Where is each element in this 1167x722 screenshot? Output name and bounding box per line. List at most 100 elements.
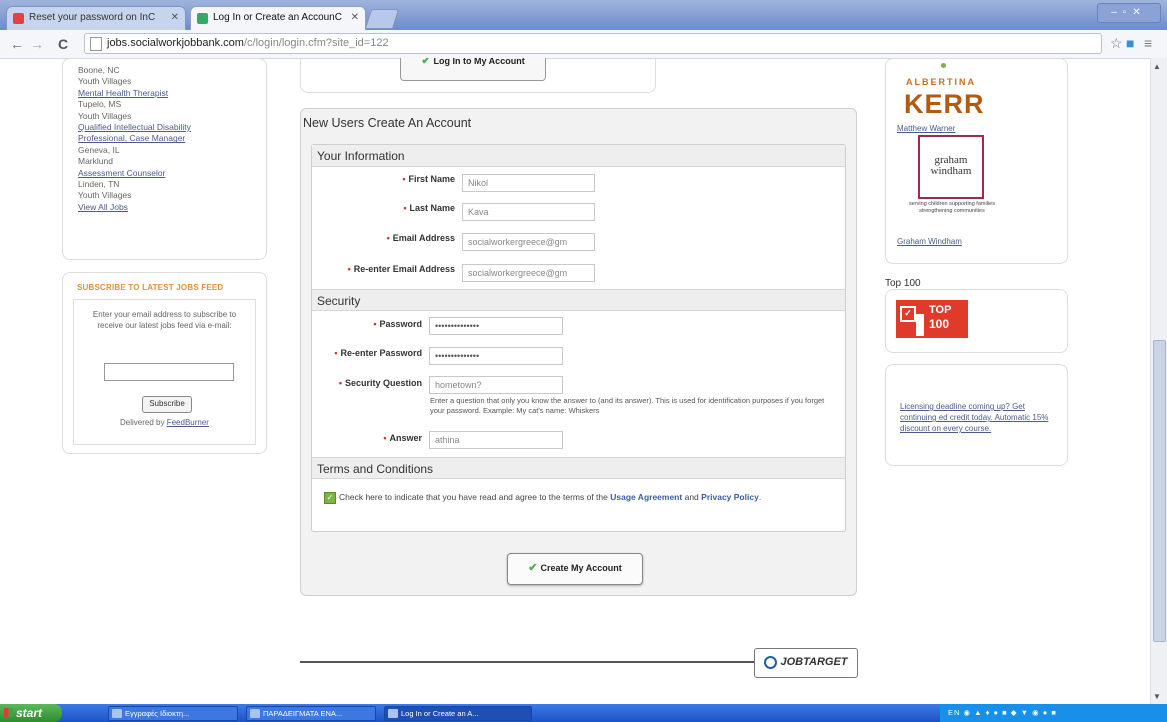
job-list-panel: Boone, NC Youth Villages Mental Health The… xyxy=(62,58,267,260)
subscribe-description: Enter your email address to subscribe to… xyxy=(92,310,237,330)
forward-icon[interactable]: → xyxy=(30,34,44,54)
task-label: ΠΑΡΑΔΕΙΓΜΑΤΑ ΕΝΑ... xyxy=(263,709,343,718)
jobtarget-logo[interactable]: JOBTARGET xyxy=(754,648,858,678)
last-name-field[interactable]: Kava xyxy=(462,203,595,221)
answer-field[interactable]: athina xyxy=(429,431,563,449)
taskbar-task[interactable]: Log In or Create an A... xyxy=(384,706,532,721)
terms-agreement: ✓ Check here to indicate that you have re… xyxy=(324,491,834,504)
footer-divider xyxy=(300,661,756,663)
url-domain: jobs.socialworkjobbank.com xyxy=(107,37,244,49)
first-name-field[interactable]: Nikol xyxy=(462,174,595,192)
jobtarget-text: JOBTARGET xyxy=(780,656,848,668)
subscribe-button[interactable]: Subscribe xyxy=(142,396,192,413)
chrome-icon xyxy=(388,709,398,718)
delivered-prefix: Delivered by xyxy=(120,418,165,427)
top100-badge[interactable]: ✓ TOP 100 xyxy=(896,300,968,338)
scroll-up-icon[interactable]: ▲ xyxy=(1153,62,1161,71)
terms-checkbox[interactable]: ✓ xyxy=(324,491,336,504)
start-button[interactable]: start xyxy=(0,704,62,722)
terms-period: . xyxy=(758,492,762,502)
feedburner-link[interactable]: FeedBurner xyxy=(167,418,209,427)
tab-label: Log In or Create an AccounС xyxy=(213,12,342,23)
job-link[interactable]: View All Jobs xyxy=(78,202,128,212)
top100-badge-line2: 100 xyxy=(929,317,950,331)
i-bar-icon xyxy=(916,314,924,336)
password-label: • Password xyxy=(373,319,422,329)
job-link[interactable]: Qualified Intellectual Disability xyxy=(78,122,191,132)
back-icon[interactable]: ← xyxy=(10,34,24,54)
subscribe-email-input[interactable] xyxy=(104,363,234,381)
section-security: Security xyxy=(312,289,845,311)
top100-badge-line1: TOP xyxy=(929,304,952,316)
tab-label: Reset your password on InС xyxy=(29,12,156,23)
login-button[interactable]: ✔ Log In to My Account xyxy=(400,58,546,81)
taskbar-task[interactable]: ΠΑΡΑΔΕΙΓΜΑΤΑ ΕΝΑ... xyxy=(246,706,376,721)
address-bar[interactable]: jobs.socialworkjobbank.com/c/login/login… xyxy=(84,33,1102,54)
first-name-label: • First Name xyxy=(402,174,455,184)
page-icon xyxy=(90,37,102,51)
licensing-promo-link[interactable]: Licensing deadline coming up? Get contin… xyxy=(900,401,1060,434)
graham-windham-logo[interactable]: graham windham xyxy=(918,135,984,199)
job-link[interactable]: Mental Health Therapist xyxy=(78,88,168,98)
graham-logo-line2: windham xyxy=(930,165,972,177)
url-path: /c/login/login.cfm?site_id=122 xyxy=(243,37,389,49)
close-icon[interactable]: ✕ xyxy=(171,7,179,29)
star-icon[interactable]: ☆ xyxy=(1110,35,1123,52)
browser-title-bar: Reset your password on InС ✕ Log In or C… xyxy=(0,0,1167,30)
subscribe-form: Enter your email address to subscribe to… xyxy=(73,299,256,445)
subscribe-title: SUBSCRIBE TO LATEST JOBS FEED xyxy=(77,283,224,292)
leaf-icon xyxy=(941,63,946,68)
tab-reset-password[interactable]: Reset your password on InС ✕ xyxy=(6,6,186,30)
scroll-down-icon[interactable]: ▼ xyxy=(1153,692,1161,701)
gmail-icon xyxy=(13,13,24,24)
security-question-label: • Security Question xyxy=(338,378,422,388)
site-favicon-icon xyxy=(197,13,208,24)
security-question-field[interactable]: hometown? xyxy=(429,376,563,394)
job-info-text: Youth Villages xyxy=(78,110,132,121)
terms-text: Check here to indicate that you have rea… xyxy=(339,492,608,502)
email-confirm-field[interactable]: socialworkergreece@gm xyxy=(462,264,595,282)
subscribe-panel: SUBSCRIBE TO LATEST JOBS FEED Enter your… xyxy=(62,272,267,454)
email-field[interactable]: socialworkergreece@gm xyxy=(462,233,595,251)
task-label: Εγγραφές Ιδιοκτη... xyxy=(125,709,190,718)
top100-panel: ✓ TOP 100 xyxy=(885,289,1068,353)
albertina-kerr-logo[interactable]: KERR xyxy=(904,89,985,120)
menu-icon[interactable]: ≡ xyxy=(1144,35,1152,51)
promo-panel: Licensing deadline coming up? Get contin… xyxy=(885,364,1068,466)
terms-and: and xyxy=(684,492,699,502)
delivered-by: Delivered by FeedBurner xyxy=(74,418,255,427)
panel-title: New Users Create An Account xyxy=(303,116,472,130)
create-account-button[interactable]: ✔ Create My Account xyxy=(507,553,643,585)
password-field[interactable]: •••••••••••••• xyxy=(429,317,563,335)
sponsors-panel: ALBERTINA KERR Matthew Warner graham win… xyxy=(885,58,1068,264)
extension-icon[interactable]: ■ xyxy=(1126,35,1134,51)
tab-login[interactable]: Log In or Create an AccounС ✕ xyxy=(190,6,366,30)
language-indicator[interactable]: EN xyxy=(948,708,960,717)
job-link[interactable]: Professional, Case Manager xyxy=(78,133,185,143)
email-label: • Email Address xyxy=(386,233,455,243)
usage-agreement-link[interactable]: Usage Agreement xyxy=(610,492,682,502)
section-your-information: Your Information xyxy=(312,145,845,167)
reload-icon[interactable]: C xyxy=(58,34,68,54)
task-label: Log In or Create an A... xyxy=(401,709,479,718)
password-confirm-field[interactable]: •••••••••••••• xyxy=(429,347,563,365)
close-icon[interactable]: ✕ xyxy=(351,7,359,29)
window-controls[interactable]: –▫✕ xyxy=(1097,3,1161,23)
create-button-label: Create My Account xyxy=(540,563,622,573)
graham-windham-link[interactable]: Graham Windham xyxy=(897,237,962,246)
jobtarget-ring-icon xyxy=(764,655,778,669)
checkmark-icon: ✔ xyxy=(528,562,538,574)
matthew-warner-link[interactable]: Matthew Warner xyxy=(897,124,955,133)
privacy-policy-link[interactable]: Privacy Policy xyxy=(701,492,759,502)
answer-label: • Answer xyxy=(383,433,422,443)
scrollbar-thumb[interactable] xyxy=(1153,340,1166,642)
job-link[interactable]: Assessment Counselor xyxy=(78,168,165,178)
job-info-text: Youth Villages xyxy=(78,76,132,87)
section-terms: Terms and Conditions xyxy=(312,457,845,479)
security-help-text: Enter a question that only you know the … xyxy=(430,396,825,415)
taskbar-task[interactable]: Εγγραφές Ιδιοκτη... xyxy=(108,706,238,721)
account-form: Your Information • First Name Nikol • Last… xyxy=(311,144,846,532)
system-tray[interactable]: EN ◉ ▲ ♦ ● ■ ◆ ▼ ◉ ● ■ xyxy=(940,704,1167,722)
check-icon: ✓ xyxy=(900,306,916,322)
job-info-text: Boone, NC xyxy=(78,65,120,75)
